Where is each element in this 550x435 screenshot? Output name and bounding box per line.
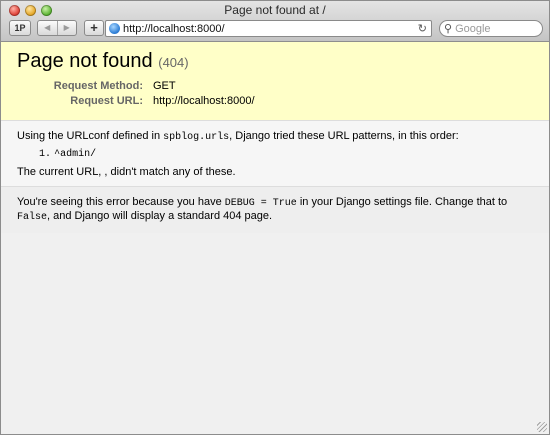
request-url-value: http://localhost:8000/: [153, 95, 255, 107]
debug-explanation: You're seeing this error because you hav…: [1, 187, 549, 233]
url-pattern-number: 1.: [39, 149, 52, 160]
add-bookmark-button[interactable]: +: [84, 20, 104, 36]
request-method-value: GET: [153, 80, 176, 92]
back-button[interactable]: ◀: [38, 21, 58, 35]
page-title: Page not found (404): [17, 50, 533, 73]
search-icon: ⚲: [444, 23, 453, 35]
request-url-label: Request URL:: [70, 95, 143, 107]
urlconf-text-1: Using the URLconf defined in: [17, 130, 164, 142]
current-url-text: The current URL, , didn't match any of t…: [17, 166, 236, 178]
request-url-row: Request URL: http://localhost:8000/: [17, 95, 533, 107]
url-pattern: ^admin/: [54, 149, 97, 160]
debug-setting-code: DEBUG = True: [224, 198, 297, 209]
urlconf-info: Using the URLconf defined in spblog.urls…: [1, 121, 549, 187]
request-method-label: Request Method:: [53, 80, 143, 92]
resize-grip-icon[interactable]: [537, 422, 547, 432]
browser-window: Page not found at / 1P ◀ ▶ + http://loca…: [0, 0, 550, 435]
address-bar[interactable]: http://localhost:8000/ ↻: [105, 20, 432, 37]
explanation-text-2: in your Django settings file. Change tha…: [296, 196, 508, 208]
error-code: (404): [158, 55, 189, 70]
globe-icon: [109, 23, 120, 34]
explanation-text: You're seeing this error because you hav…: [17, 196, 533, 224]
urlconf-text-2: , Django tried these URL patterns, in th…: [229, 130, 459, 142]
page-content: Page not found (404) Request Method: GET…: [1, 42, 549, 434]
address-input[interactable]: http://localhost:8000/: [123, 23, 418, 35]
back-forward-group: ◀ ▶: [37, 20, 77, 36]
url-pattern-list: 1. ^admin/: [39, 147, 533, 160]
forward-button[interactable]: ▶: [58, 21, 77, 35]
explanation-text-1: You're seeing this error because you hav…: [17, 196, 225, 208]
request-table: Request Method: GET Request URL: http://…: [17, 80, 533, 107]
error-title: Page not found: [17, 50, 153, 72]
window-title: Page not found at /: [224, 3, 326, 17]
explanation-text-3: , and Django will display a standard 404…: [47, 210, 273, 222]
search-input[interactable]: Google: [455, 23, 490, 35]
1password-button[interactable]: 1P: [9, 20, 31, 36]
reload-icon[interactable]: ↻: [418, 22, 427, 35]
urlconf-text: Using the URLconf defined in spblog.urls…: [17, 130, 533, 143]
search-field[interactable]: ⚲ Google: [439, 20, 543, 37]
error-summary: Page not found (404) Request Method: GET…: [1, 42, 549, 121]
false-code: False: [17, 212, 48, 223]
browser-toolbar: Page not found at / 1P ◀ ▶ + http://loca…: [1, 1, 549, 42]
urlconf-module: spblog.urls: [163, 132, 230, 143]
request-method-row: Request Method: GET: [17, 80, 533, 92]
